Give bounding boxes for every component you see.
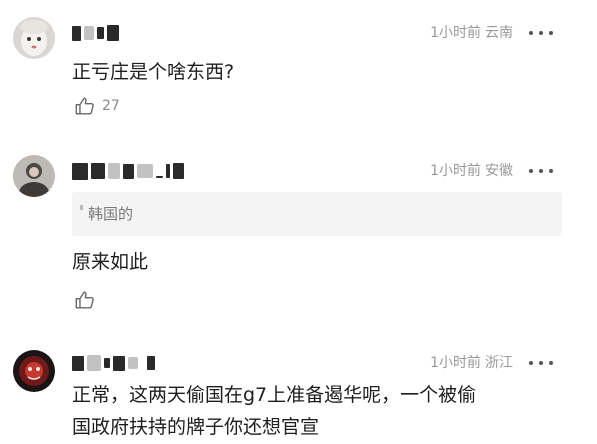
- comment-text-line-1: 正常，这两天偷国在g7上准备遏华呢，一个被偷: [72, 384, 477, 406]
- avatar-dark-red-icon: [13, 350, 55, 392]
- thumbs-up-icon: [75, 291, 94, 309]
- comment-item: 1小时前 安徽 韩国的 原来如此: [0, 130, 597, 340]
- user-avatar[interactable]: [13, 350, 55, 392]
- comment-item: 1小时前 云南 正亏庄是个啥东西? 27: [0, 0, 597, 130]
- thumbs-up-icon: [75, 97, 94, 115]
- avatar-person-icon: [13, 155, 55, 197]
- comment-text-line-2: 国政府扶持的牌子你还想官宣: [72, 416, 320, 438]
- username[interactable]: [72, 352, 155, 374]
- comment-time: 1小时前: [430, 355, 481, 371]
- comment-meta: 1小时前 云南: [430, 22, 513, 44]
- like-button[interactable]: 27: [74, 93, 120, 119]
- quoted-reply[interactable]: 韩国的: [72, 192, 562, 236]
- comment-meta: 1小时前 安徽: [430, 160, 513, 182]
- comment-text: 原来如此: [72, 251, 149, 273]
- comment-meta: 1小时前 浙江: [430, 352, 513, 374]
- comment-text: 正亏庄是个啥东西?: [72, 61, 235, 83]
- comment-location: 安徽: [485, 163, 513, 179]
- more-options-icon[interactable]: [529, 352, 553, 374]
- username[interactable]: [72, 22, 119, 44]
- comment-location: 云南: [485, 25, 513, 41]
- avatar-white-doll-icon: [13, 17, 55, 59]
- quoted-text: 韩国的: [88, 205, 134, 223]
- comment-location: 浙江: [485, 355, 513, 371]
- quote-marker: [80, 205, 83, 210]
- username[interactable]: [72, 160, 184, 182]
- more-options-icon[interactable]: [529, 22, 553, 44]
- comment-time: 1小时前: [430, 25, 481, 41]
- like-count: 27: [102, 98, 120, 114]
- comment-time: 1小时前: [430, 163, 481, 179]
- user-avatar[interactable]: [13, 17, 55, 59]
- like-button[interactable]: [74, 287, 102, 313]
- user-avatar[interactable]: [13, 155, 55, 197]
- more-options-icon[interactable]: [529, 160, 553, 182]
- comment-item: 1小时前 浙江 正常，这两天偷国在g7上准备遏华呢，一个被偷 国政府扶持的牌子你还…: [0, 340, 597, 444]
